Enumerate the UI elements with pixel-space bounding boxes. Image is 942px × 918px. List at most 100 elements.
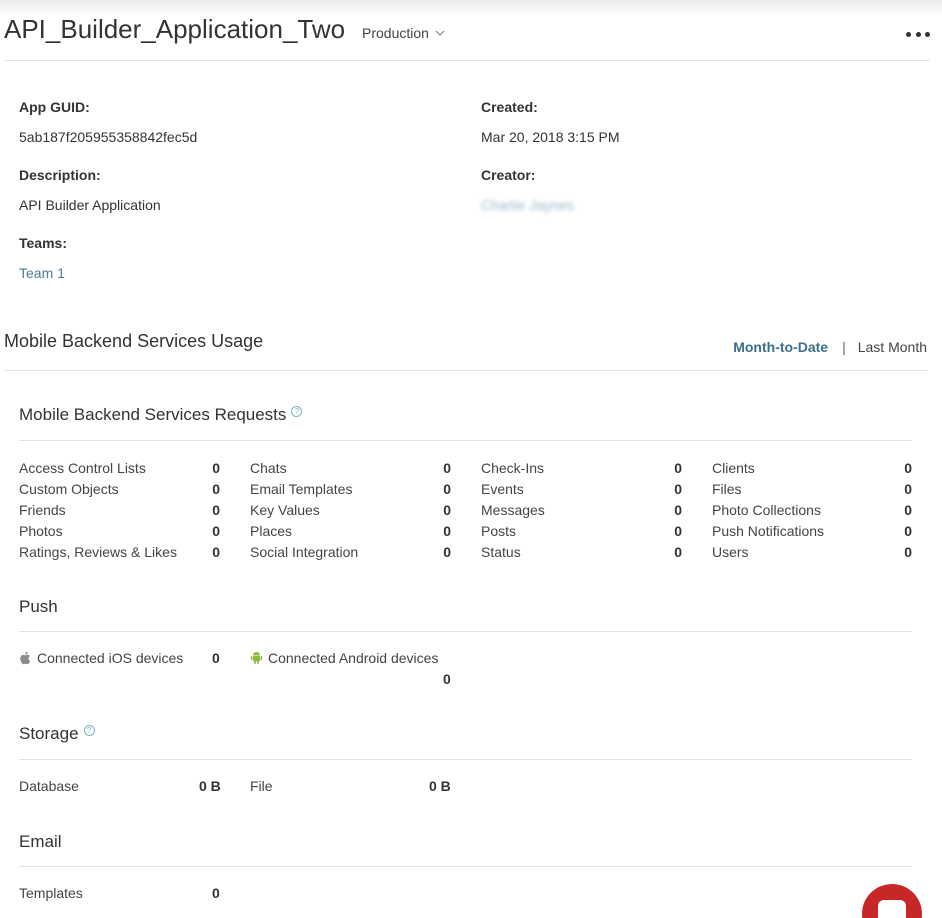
request-item: Files 0 [682,480,912,501]
request-item: Ratings, Reviews & Likes 0 [19,543,220,564]
app-title: API_Builder_Application_Two [4,14,346,44]
request-item: Custom Objects 0 [19,480,220,501]
request-item: Photos 0 [19,522,220,543]
request-count: 0 [212,460,220,476]
help-icon[interactable]: ? [291,406,303,417]
requests-title-text: Mobile Backend Services Requests [19,405,287,424]
description-label: Description: [19,167,101,183]
request-label: Chats [250,460,287,476]
request-count: 0 [674,523,682,539]
request-label: Status [481,544,521,560]
android-devices-count: 0 [443,671,451,687]
request-count: 0 [904,523,912,539]
request-label: Photo Collections [712,502,821,518]
requests-title: Mobile Backend Services Requests ? [19,405,303,425]
requests-divider [19,440,912,441]
request-count: 0 [212,481,220,497]
request-count: 0 [674,460,682,476]
request-label: Users [712,544,749,560]
month-to-date-link[interactable]: Month-to-Date [733,339,828,355]
request-label: Photos [19,523,63,539]
environment-label: Production [362,25,429,41]
request-label: Email Templates [250,481,353,497]
request-item: Users 0 [682,543,912,564]
android-devices-label: Connected Android devices [268,650,439,666]
requests-grid: Access Control Lists 0 Chats 0 Check-Ins 0 … [19,459,912,564]
request-item: Key Values 0 [220,501,451,522]
request-count: 0 [443,481,451,497]
request-item: Photo Collections 0 [682,501,912,522]
app-header: API_Builder_Application_Two Production [4,14,930,61]
request-count: 0 [443,502,451,518]
more-dot [906,31,911,37]
request-count: 0 [904,544,912,560]
more-options-icon[interactable] [906,28,930,40]
request-label: Push Notifications [712,523,825,539]
request-label: Check-Ins [481,460,545,476]
created-value: Mar 20, 2018 3:15 PM [481,129,620,145]
creator-label: Creator: [481,167,536,183]
request-count: 0 [904,460,912,476]
chat-bubble-icon [878,900,906,918]
file-label: File [250,778,273,794]
request-count: 0 [212,523,220,539]
request-item: Email Templates 0 [220,480,451,501]
request-label: Custom Objects [19,481,119,497]
request-count: 0 [443,544,451,560]
request-item: Places 0 [220,522,451,543]
ios-devices-label: Connected iOS devices [37,650,184,666]
request-count: 0 [674,502,682,518]
request-item: Access Control Lists 0 [19,459,220,480]
usage-title: Mobile Backend Services Usage [4,331,264,351]
templates-count: 0 [212,885,220,901]
request-item: Clients 0 [682,459,912,480]
storage-title: Storage ? [19,724,95,744]
request-count: 0 [674,481,682,497]
ios-devices-row: Connected iOS devices [19,650,183,666]
more-dot [915,31,921,37]
request-label: Clients [712,460,755,476]
help-icon[interactable]: ? [83,725,95,736]
request-label: Ratings, Reviews & Likes [19,544,177,560]
email-divider [19,866,912,867]
chat-button[interactable] [862,884,922,918]
storage-title-text: Storage [19,724,79,743]
creator-link[interactable]: Charlie Jaynes [481,197,574,213]
android-devices-row: Connected Android devices [250,650,438,666]
request-label: Events [481,481,524,497]
environment-dropdown[interactable]: Production [362,25,445,41]
app-guid-label: App GUID: [19,99,90,115]
description-value: API Builder Application [19,197,161,213]
request-item: Push Notifications 0 [682,522,912,543]
request-item: Social Integration 0 [220,543,451,564]
created-label: Created: [481,99,538,115]
templates-label: Templates [19,885,83,901]
apple-icon [20,651,31,665]
app-guid-value: 5ab187f205955358842fec5d [19,129,198,145]
chevron-down-icon [435,30,445,36]
team-link[interactable]: Team 1 [19,265,65,281]
request-count: 0 [212,544,220,560]
range-separator: | [842,339,846,355]
last-month-link[interactable]: Last Month [858,339,927,355]
request-label: Messages [481,502,545,518]
request-label: Places [250,523,293,539]
android-icon [250,652,263,664]
request-item: Chats 0 [220,459,451,480]
request-count: 0 [443,460,451,476]
request-count: 0 [904,502,912,518]
request-item: Check-Ins 0 [451,459,682,480]
more-dot [925,31,930,37]
request-count: 0 [674,544,682,560]
request-item: Status 0 [451,543,682,564]
date-range-switch: Month-to-Date | Last Month [733,339,927,355]
request-label: Social Integration [250,544,359,560]
ios-devices-count: 0 [212,650,220,666]
teams-label: Teams: [19,235,67,251]
push-title: Push [19,597,58,616]
database-size: 0 B [199,778,221,794]
request-item: Posts 0 [451,522,682,543]
storage-divider [19,759,912,760]
section-divider [4,370,928,371]
email-title: Email [19,832,62,851]
